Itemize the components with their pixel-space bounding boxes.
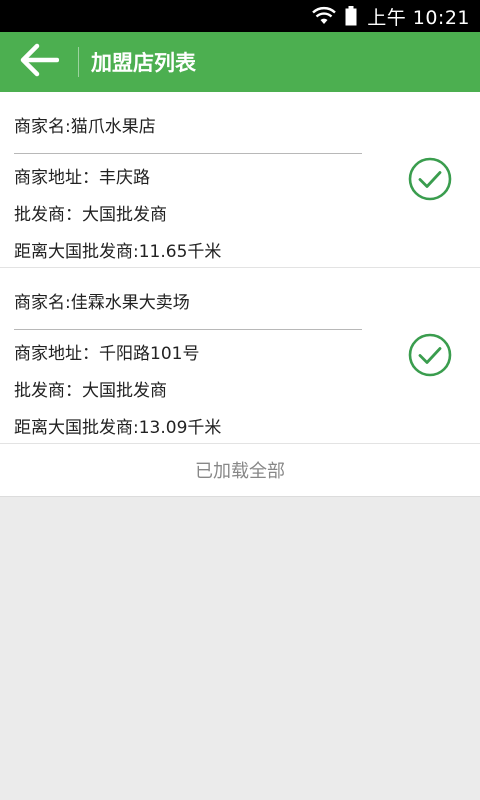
check-circle-icon[interactable] [408,333,452,377]
store-name: 商家名:佳霖水果大卖场 [14,293,190,313]
store-card[interactable]: 商家名:佳霖水果大卖场 商家地址：千阳路101号 批发商：大国批发商 距离大国批… [0,268,480,444]
divider [14,329,362,330]
store-wholesaler: 批发商：大国批发商 [14,381,167,401]
page-title: 加盟店列表 [91,51,196,75]
app-bar: 加盟店列表 [0,32,480,92]
back-button[interactable] [0,32,78,92]
loaded-all-footer: 已加载全部 [0,444,480,497]
store-name: 商家名:猫爪水果店 [14,117,156,137]
store-card[interactable]: 商家名:猫爪水果店 商家地址：丰庆路 批发商：大国批发商 距离大国批发商:11.… [0,92,480,268]
store-list: 商家名:猫爪水果店 商家地址：丰庆路 批发商：大国批发商 距离大国批发商:11.… [0,92,480,497]
wifi-icon [311,6,337,26]
store-address: 商家地址：千阳路101号 [14,344,200,364]
arrow-left-icon [19,43,60,81]
title-divider [78,47,79,77]
status-time: 上午 10:21 [367,6,470,29]
battery-icon [345,6,357,26]
store-address: 商家地址：丰庆路 [14,168,150,188]
status-bar: 上午 10:21 [0,0,480,32]
store-distance: 距离大国批发商:13.09千米 [14,418,222,438]
divider [14,153,362,154]
check-circle-icon[interactable] [408,157,452,201]
store-wholesaler: 批发商：大国批发商 [14,205,167,225]
store-distance: 距离大国批发商:11.65千米 [14,242,222,262]
